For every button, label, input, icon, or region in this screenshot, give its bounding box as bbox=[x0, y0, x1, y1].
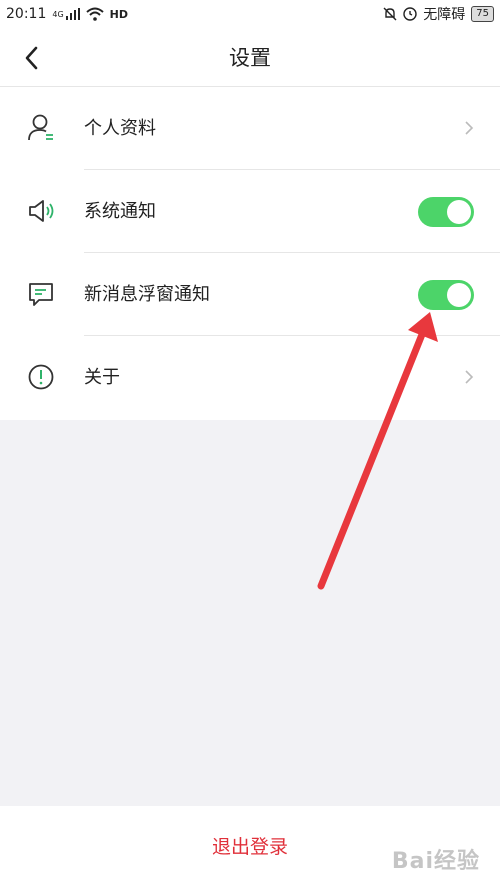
settings-item-floating-notification: 新消息浮窗通知 bbox=[0, 253, 500, 336]
logout-bar: 退出登录 Bai经验 bbox=[0, 806, 500, 889]
speaker-icon bbox=[29, 200, 54, 222]
status-bar: 20:11 4G HD 无障碍 75 bbox=[0, 0, 500, 28]
toggle-knob bbox=[447, 200, 471, 224]
chevron-right-icon bbox=[465, 370, 474, 384]
status-left: 20:11 4G HD bbox=[6, 6, 128, 22]
settings-item-label: 关于 bbox=[84, 367, 120, 388]
status-time: 20:11 bbox=[6, 6, 47, 22]
settings-item-label: 新消息浮窗通知 bbox=[84, 284, 210, 305]
floating-notification-toggle[interactable] bbox=[418, 280, 474, 310]
bell-muted-icon bbox=[383, 7, 397, 21]
toggle-knob bbox=[447, 283, 471, 307]
wifi-icon bbox=[85, 7, 104, 21]
settings-item-label: 个人资料 bbox=[84, 118, 156, 139]
alarm-icon bbox=[403, 7, 417, 21]
header: 设置 bbox=[0, 28, 500, 87]
settings-item-system-notification: 系统通知 bbox=[0, 170, 500, 253]
system-notification-toggle[interactable] bbox=[418, 197, 474, 227]
settings-list: 个人资料 系统通知 新消息浮窗通知 关于 bbox=[0, 87, 500, 420]
settings-item-profile[interactable]: 个人资料 bbox=[0, 87, 500, 170]
status-right: 无障碍 75 bbox=[383, 4, 494, 24]
watermark: Bai经验 bbox=[391, 849, 480, 874]
message-icon bbox=[29, 283, 53, 306]
settings-item-label: 系统通知 bbox=[84, 201, 156, 222]
hd-badge: HD bbox=[109, 7, 128, 21]
signal-icon bbox=[65, 8, 80, 20]
settings-item-about[interactable]: 关于 bbox=[0, 336, 500, 419]
page-title: 设置 bbox=[229, 46, 271, 70]
battery-indicator: 75 bbox=[471, 6, 494, 22]
person-icon bbox=[28, 114, 53, 141]
chevron-right-icon bbox=[465, 121, 474, 135]
info-icon bbox=[28, 364, 54, 390]
accessibility-label: 无障碍 bbox=[423, 7, 466, 23]
network-type: 4G bbox=[52, 9, 64, 19]
